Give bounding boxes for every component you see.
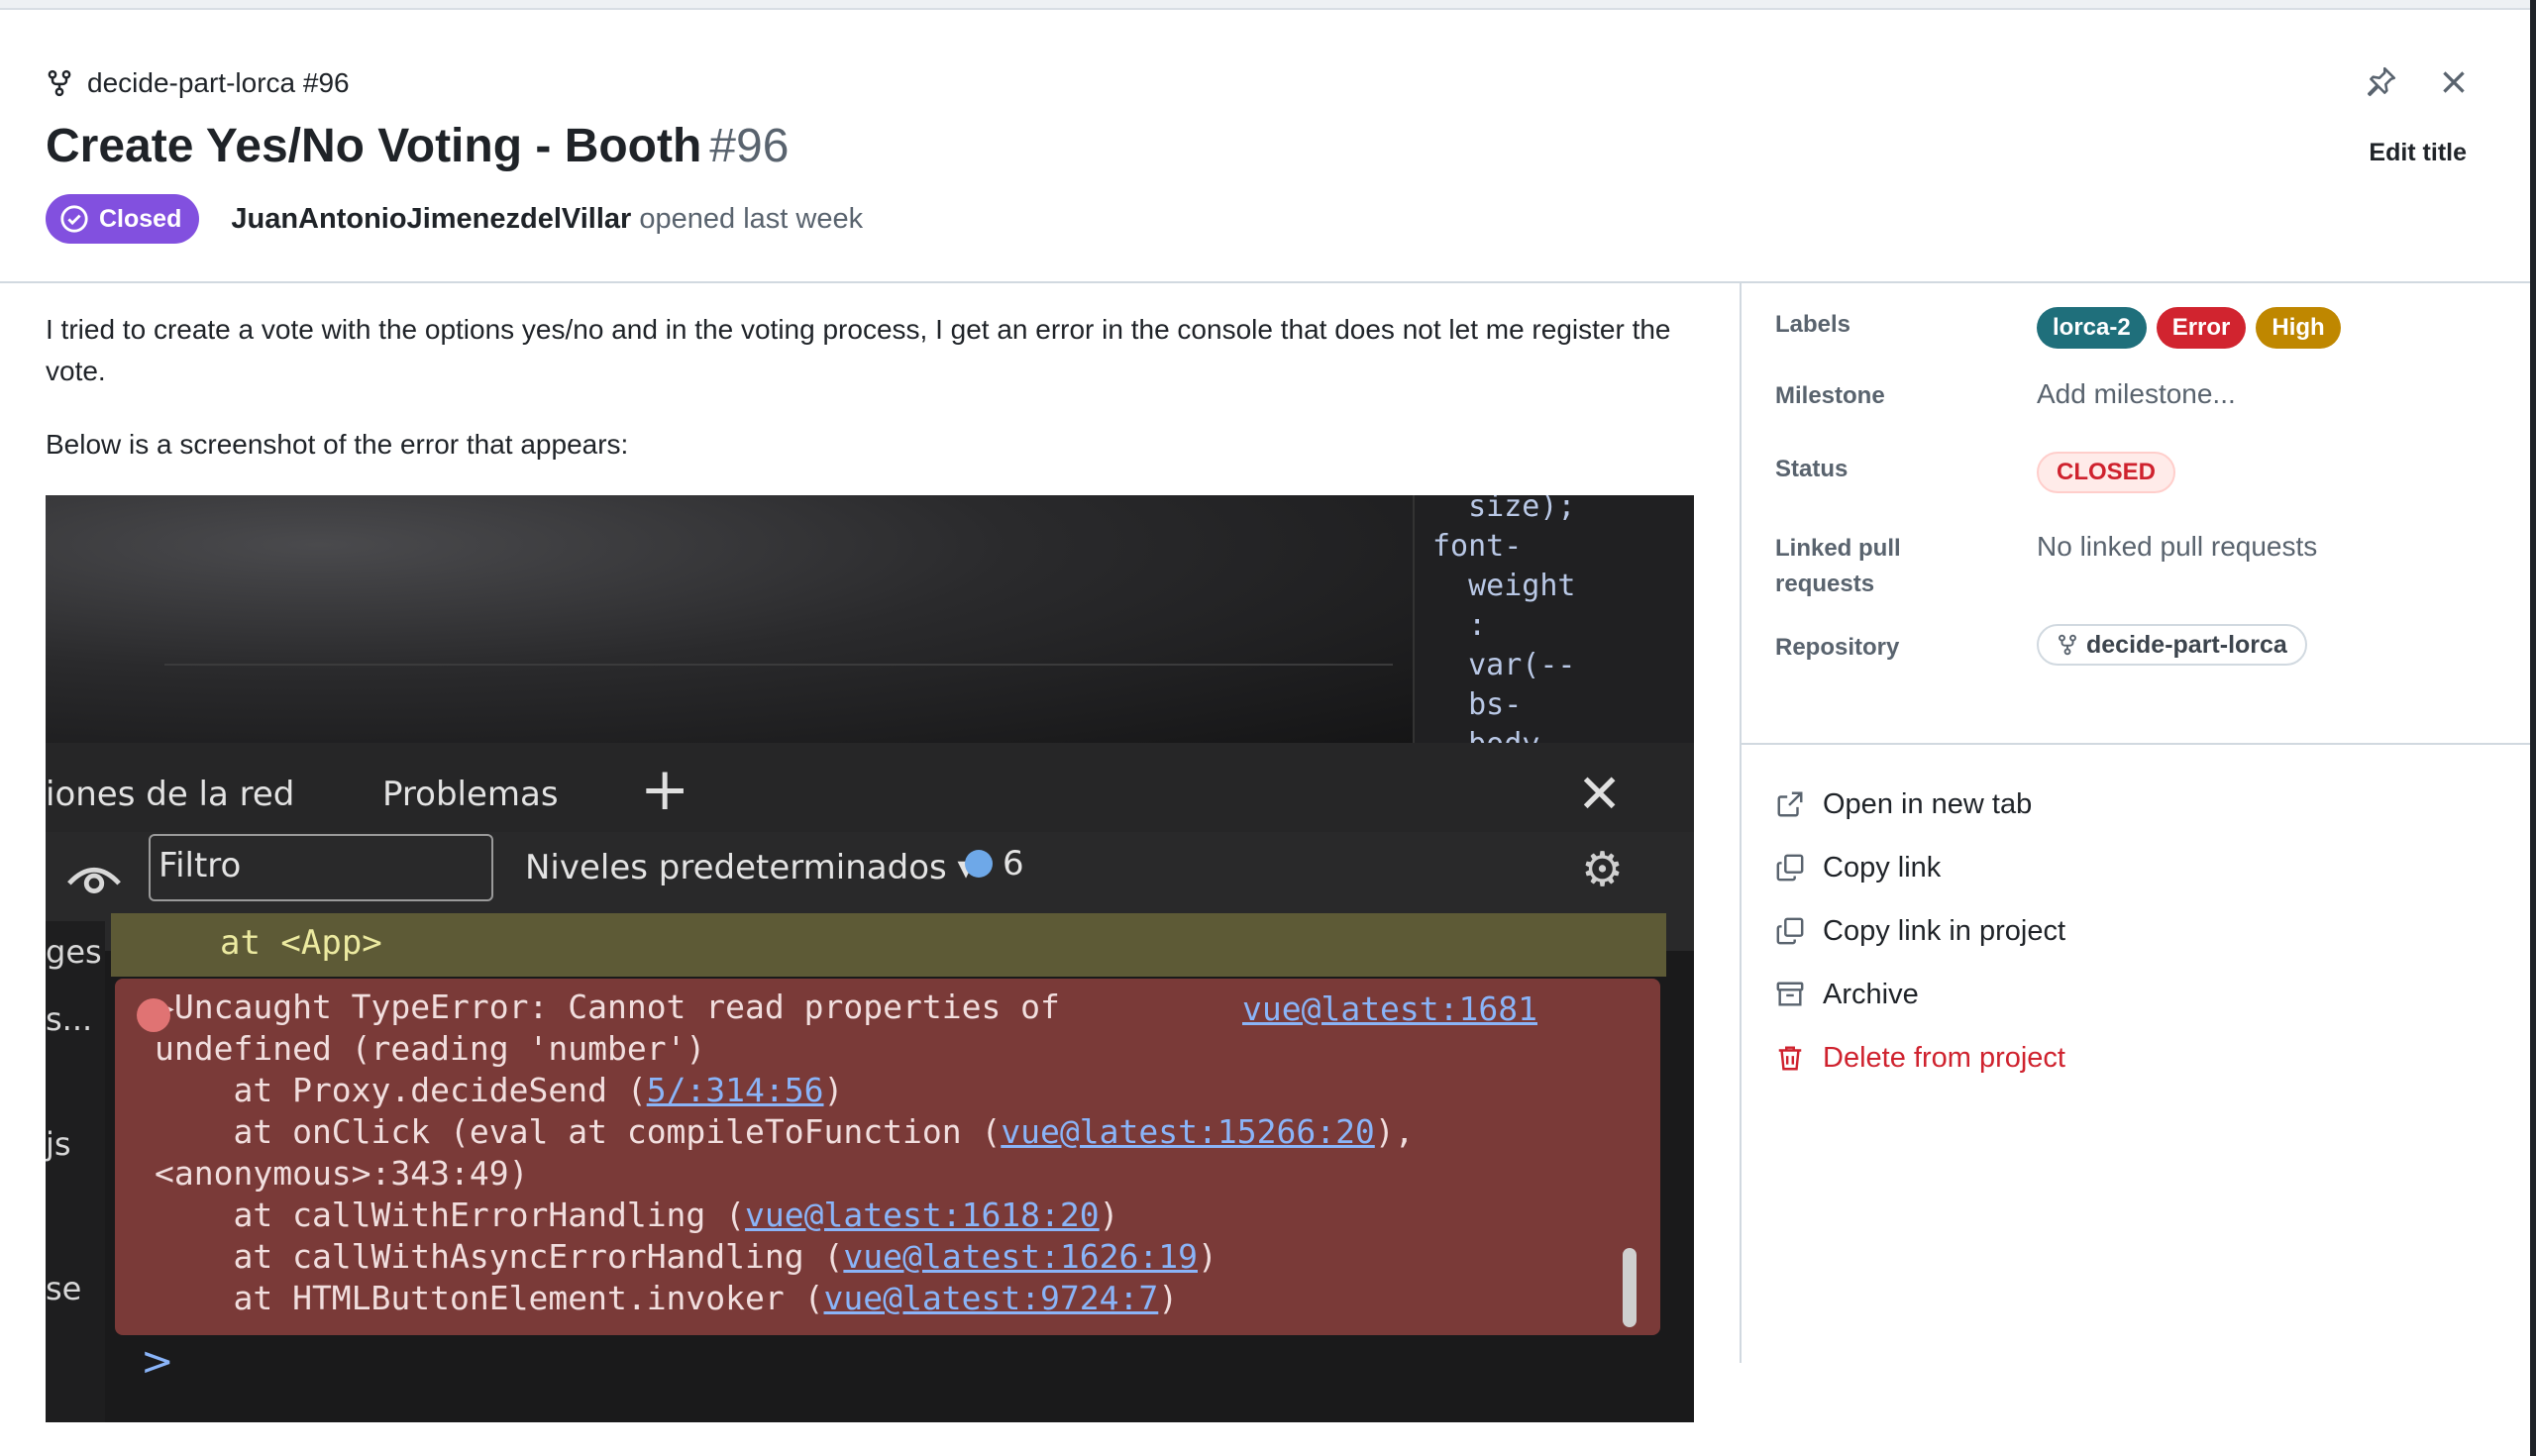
description-paragraph: I tried to create a vote with the option… — [46, 314, 1671, 386]
window-edge — [2530, 0, 2536, 1456]
archive-icon — [1776, 982, 1804, 1006]
header-divider — [0, 281, 2530, 283]
header-actions — [2364, 65, 2471, 99]
label-lorca-2[interactable]: lorca-2 — [2037, 307, 2147, 349]
screenshot-error-line: at Proxy.decideSend ( — [155, 1071, 647, 1109]
screenshot-console-prompt: > — [141, 1339, 174, 1385]
status-value: CLOSED — [2037, 452, 2176, 493]
linked-pr-title: Linked pull requests — [1775, 535, 1901, 597]
opened-text: opened last week — [639, 202, 864, 235]
screenshot-add-tab-icon: + — [640, 755, 690, 824]
copy-link-label: Copy link — [1823, 851, 1942, 884]
add-milestone-button[interactable]: Add milestone... — [2037, 378, 2236, 410]
screenshot-error-line: undefined (reading 'number') — [155, 1029, 706, 1068]
repository-field: decide-part-lorca — [2037, 624, 2307, 666]
archive-button[interactable]: Archive — [1775, 963, 2065, 1026]
trash-icon — [1778, 1046, 1802, 1071]
description-paragraph: Below is a screenshot of the error that … — [46, 429, 629, 460]
copy-link-in-project-label: Copy link in project — [1823, 914, 2065, 947]
labels-title: Labels — [1775, 311, 1851, 338]
issue-status-row: Closed JuanAntonioJimenezdelVillar opene… — [46, 194, 863, 244]
screenshot-side-text: s... — [46, 1000, 93, 1038]
screenshot-filter-input: Filtro — [149, 834, 493, 901]
opened-by: JuanAntonioJimenezdelVillar opened last … — [231, 203, 863, 236]
repository-pill[interactable]: decide-part-lorca — [2037, 624, 2307, 666]
check-circle-icon — [60, 205, 88, 233]
screenshot-tab-problems: Problemas — [382, 775, 559, 814]
milestone-title: Milestone — [1775, 382, 1885, 409]
screenshot-error-line: at onClick (eval at compileToFunction ( — [155, 1112, 1002, 1151]
repository-name: decide-part-lorca — [2086, 630, 2287, 659]
screenshot-levels-dropdown: Niveles predeterminados ▾ — [525, 848, 975, 887]
screenshot-eye-icon — [67, 868, 121, 894]
copy-link-button[interactable]: Copy link — [1775, 836, 2065, 899]
screenshot-tab-network: iones de la red — [46, 775, 295, 814]
screenshot-stack-link: vue@latest:9724:7 — [823, 1279, 1159, 1317]
screenshot-side-text: se — [46, 1270, 82, 1307]
screenshot-css-pane: size); font- weight : var(-- bs- body- — [1413, 495, 1694, 762]
issue-description: I tried to create a vote with the option… — [46, 309, 1690, 466]
status-badge-label: Closed — [99, 204, 182, 233]
screenshot-side-text: js — [46, 1125, 71, 1163]
screenshot-blurred-area — [46, 495, 1413, 743]
screenshot-css-code: size); font- weight : var(-- bs- body- — [1432, 495, 1576, 762]
screenshot-stack-link: vue@latest:1618:20 — [745, 1196, 1100, 1234]
screenshot-gear-icon: ⚙ — [1581, 842, 1625, 897]
label-high[interactable]: High — [2256, 307, 2341, 349]
copy-icon — [1776, 917, 1804, 945]
screenshot-message-count-value: 6 — [1003, 844, 1024, 884]
screenshot-error-line: at callWithAsyncErrorHandling ( — [155, 1237, 844, 1276]
status-title: Status — [1775, 456, 1849, 482]
status-field[interactable]: CLOSED — [2037, 452, 2176, 493]
breadcrumb-text[interactable]: decide-part-lorca #96 — [87, 67, 350, 99]
screenshot-error-line: ▶Uncaught TypeError: Cannot read propert… — [155, 988, 1060, 1026]
sidebar-section-divider — [1742, 743, 2530, 745]
sidebar-divider — [1740, 283, 1742, 1363]
screenshot-message-count: 6 — [965, 844, 1024, 884]
issue-number: #96 — [709, 120, 790, 172]
delete-from-project-label: Delete from project — [1823, 1041, 2065, 1074]
screenshot-error-line: <anonymous>:343:49) — [155, 1154, 529, 1193]
screenshot-side-column: ges s... js se — [46, 921, 105, 1422]
close-icon[interactable] — [2437, 65, 2471, 99]
copy-link-in-project-button[interactable]: Copy link in project — [1775, 899, 2065, 963]
error-screenshot-image[interactable]: size); font- weight : var(-- bs- body- i… — [46, 495, 1694, 1422]
open-in-new-tab-button[interactable]: Open in new tab — [1775, 773, 2065, 836]
item-actions: Open in new tab Copy link Copy link in p… — [1775, 773, 2065, 1090]
screenshot-stack-link: 5/:314:56 — [646, 1071, 824, 1109]
repository-title: Repository — [1775, 634, 1900, 661]
issue-title-text: Create Yes/No Voting - Booth — [46, 120, 702, 172]
screenshot-close-icon: ✕ — [1577, 763, 1623, 825]
screenshot-error-line: at HTMLButtonElement.invoker ( — [155, 1279, 824, 1317]
breadcrumb[interactable]: decide-part-lorca #96 — [46, 67, 350, 99]
copy-icon — [1776, 854, 1804, 882]
external-link-icon — [1777, 791, 1803, 817]
label-error[interactable]: Error — [2156, 307, 2247, 349]
screenshot-error-block: vue@latest:1681 ▶Uncaught TypeError: Cann… — [115, 979, 1660, 1335]
repo-fork-icon — [2059, 634, 2076, 656]
screenshot-error-icon — [137, 998, 170, 1032]
archive-label: Archive — [1823, 978, 1919, 1010]
screenshot-message-icon — [965, 850, 993, 878]
author-link[interactable]: JuanAntonioJimenezdelVillar — [231, 203, 631, 235]
top-border — [0, 0, 2536, 10]
screenshot-warning-line: at <App> — [111, 913, 1666, 977]
repo-fork-icon — [48, 69, 71, 97]
pin-icon[interactable] — [2364, 65, 2397, 99]
delete-from-project-button[interactable]: Delete from project — [1775, 1026, 2065, 1090]
issue-title: Create Yes/No Voting - Booth #96 — [46, 119, 789, 173]
screenshot-stack-link: vue@latest:1626:19 — [843, 1237, 1198, 1276]
open-in-new-tab-label: Open in new tab — [1823, 787, 2033, 820]
screenshot-stack-link: vue@latest:15266:20 — [1001, 1112, 1375, 1151]
screenshot-scrollbar — [1623, 1248, 1637, 1327]
screenshot-error-line: at callWithErrorHandling ( — [155, 1196, 746, 1234]
edit-title-button[interactable]: Edit title — [2369, 139, 2467, 167]
screenshot-error-link: vue@latest:1681 — [1241, 989, 1537, 1028]
status-badge: Closed — [46, 194, 200, 244]
linked-pr-value: No linked pull requests — [2037, 531, 2318, 562]
screenshot-side-text: ges — [46, 933, 102, 971]
labels-list[interactable]: lorca-2 Error High — [2037, 307, 2341, 349]
